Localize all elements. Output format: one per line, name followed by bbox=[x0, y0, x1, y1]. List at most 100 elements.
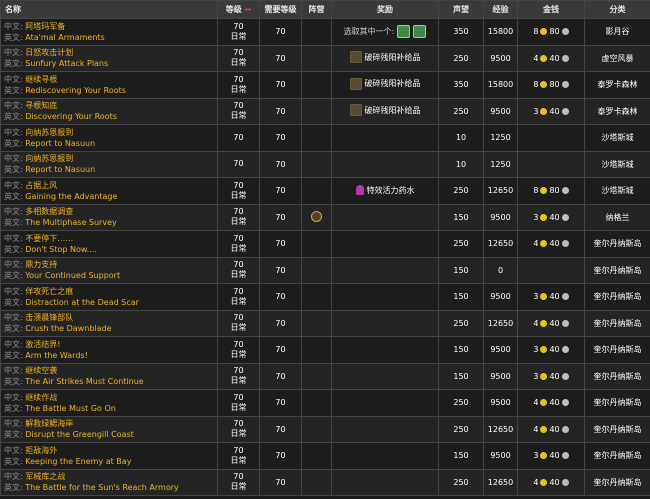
category-cell[interactable]: 奎尔丹纳斯岛 bbox=[584, 442, 650, 470]
col-level[interactable]: 等级 ↔ bbox=[217, 0, 260, 19]
quest-name-en[interactable]: The Multiphase Survey bbox=[25, 218, 117, 227]
category-cell[interactable]: 泰罗卡森林 bbox=[584, 71, 650, 99]
quest-level: 70 bbox=[233, 207, 244, 217]
quest-name-zh[interactable]: 解救绿鳃海岸 bbox=[25, 419, 73, 428]
table-row[interactable]: 中文: 继续作战 英文: The Battle Must Go On 70 日常 70 2… bbox=[0, 389, 650, 417]
quest-name-en[interactable]: Keeping the Enemy at Bay bbox=[25, 457, 131, 466]
quest-name-zh[interactable]: 鼎力支持 bbox=[25, 260, 57, 269]
silver-coin-icon bbox=[561, 293, 569, 301]
category-cell[interactable]: 奎尔丹纳斯岛 bbox=[584, 468, 650, 496]
quest-name-en[interactable]: Your Continued Support bbox=[25, 271, 120, 280]
col-name[interactable]: 名称 bbox=[0, 0, 218, 19]
quest-name-zh[interactable]: 日怒攻击计划 bbox=[25, 48, 73, 57]
quest-type: 日常 bbox=[230, 243, 247, 253]
col-xp[interactable]: 经验 bbox=[483, 0, 518, 19]
table-row[interactable]: 中文: 多相数据调查 英文: The Multiphase Survey 70 日常 7… bbox=[0, 203, 650, 231]
quest-name-en[interactable]: Disrupt the Greengill Coast bbox=[25, 430, 134, 439]
category-cell[interactable]: 虚空风暴 bbox=[584, 44, 650, 72]
quest-name-en[interactable]: The Air Strikes Must Continue bbox=[25, 377, 143, 386]
req-level-cell: 70 bbox=[259, 442, 302, 470]
quest-name-zh[interactable]: 佯攻死亡之痕 bbox=[25, 287, 73, 296]
table-row[interactable]: 中文: 寻根知底 英文: Discovering Your Roots 70 日常 70… bbox=[0, 97, 650, 125]
quest-name-zh[interactable]: 继续寻根 bbox=[25, 75, 57, 84]
category-cell[interactable]: 奎尔丹纳斯岛 bbox=[584, 230, 650, 258]
quest-name-zh[interactable]: 向纳苏恩报到 bbox=[25, 154, 73, 163]
table-row[interactable]: 中文: 向纳苏恩报到 英文: Report to Nasuun 70 70 10 1250… bbox=[0, 150, 650, 178]
table-row[interactable]: 中文: 阿塔玛军备 英文: Ata'mal Armaments 70 日常 70 选取其中… bbox=[0, 18, 650, 46]
col-money[interactable]: 金钱 bbox=[517, 0, 585, 19]
category-cell[interactable]: 奎尔丹纳斯岛 bbox=[584, 309, 650, 337]
table-row[interactable]: 中文: 佯攻死亡之痕 英文: Distraction at the Dead Sc… bbox=[0, 283, 650, 311]
label-en: 英文: bbox=[4, 59, 23, 69]
quest-name-en[interactable]: Distraction at the Dead Scar bbox=[25, 298, 139, 307]
quest-name-zh[interactable]: 向纳苏恩报到 bbox=[25, 128, 73, 137]
category-cell[interactable]: 奎尔丹纳斯岛 bbox=[584, 283, 650, 311]
camp-cell bbox=[301, 468, 332, 496]
quest-name-en[interactable]: Report to Nasuun bbox=[25, 139, 95, 148]
category-cell[interactable]: 沙塔斯城 bbox=[584, 124, 650, 152]
quest-name-en[interactable]: Report to Nasuun bbox=[25, 165, 95, 174]
reward-item[interactable]: 破碎残阳补给品 bbox=[349, 104, 421, 117]
table-row[interactable]: 中文: 不要停下…… 英文: Don't Stop Now.... 70 日常 70 25… bbox=[0, 230, 650, 258]
table-row[interactable]: 中文: 继续寻根 英文: Rediscovering Your Roots 70 日常… bbox=[0, 71, 650, 99]
quest-name-en[interactable]: Arm the Wards! bbox=[25, 351, 88, 360]
category-cell[interactable]: 奎尔丹纳斯岛 bbox=[584, 389, 650, 417]
category-cell[interactable]: 沙塔斯城 bbox=[584, 150, 650, 178]
quest-name-zh[interactable]: 拒敌海外 bbox=[25, 446, 57, 455]
quest-name-zh[interactable]: 军械库之战 bbox=[25, 472, 65, 481]
reward-item[interactable]: 特效活力药水 bbox=[355, 185, 415, 196]
table-row[interactable]: 中文: 激活结界! 英文: Arm the Wards! 70 日常 70 150 9500… bbox=[0, 336, 650, 364]
col-rep[interactable]: 声望 bbox=[438, 0, 484, 19]
quest-name-en[interactable]: Sunfury Attack Plans bbox=[25, 59, 108, 68]
quest-name-zh[interactable]: 不要停下…… bbox=[25, 234, 73, 243]
quest-name-zh[interactable]: 占据上风 bbox=[25, 181, 57, 190]
table-row[interactable]: 中文: 日怒攻击计划 英文: Sunfury Attack Plans 70 日常 70… bbox=[0, 44, 650, 72]
table-row[interactable]: 中文: 击溃晨锋部队 英文: Crush the Dawnblade 70 日常 70 2… bbox=[0, 309, 650, 337]
col-req-level[interactable]: 需要等级 bbox=[259, 0, 302, 19]
table-row[interactable]: 中文: 向纳苏恩报到 英文: Report to Nasuun 70 70 10 1250… bbox=[0, 124, 650, 152]
col-category[interactable]: 分类 bbox=[584, 0, 650, 19]
quest-name-zh[interactable]: 继续作战 bbox=[25, 393, 57, 402]
money-cell: 4 40 bbox=[517, 309, 585, 337]
quest-name-zh[interactable]: 击溃晨锋部队 bbox=[25, 313, 73, 322]
category-cell[interactable]: 泰罗卡森林 bbox=[584, 97, 650, 125]
reward-item[interactable]: 破碎残阳补给品 bbox=[349, 77, 421, 90]
quest-name-zh[interactable]: 多相数据调查 bbox=[25, 207, 73, 216]
gold-coin-icon bbox=[540, 346, 548, 354]
table-row[interactable]: 中文: 鼎力支持 英文: Your Continued Support 70 日常 70… bbox=[0, 256, 650, 284]
table-row[interactable]: 中文: 军械库之战 英文: The Battle for the Sun's Re… bbox=[0, 468, 650, 496]
reward-item-icon[interactable] bbox=[413, 25, 427, 39]
reward-choice[interactable]: 选取其中一个: bbox=[344, 25, 427, 39]
quest-name-en[interactable]: Crush the Dawnblade bbox=[25, 324, 111, 333]
reward-item-icon[interactable] bbox=[397, 25, 411, 39]
category-cell[interactable]: 沙塔斯城 bbox=[584, 177, 650, 205]
category-cell[interactable]: 奎尔丹纳斯岛 bbox=[584, 336, 650, 364]
gold-coin-icon bbox=[540, 452, 548, 460]
quest-name-zh[interactable]: 寻根知底 bbox=[25, 101, 57, 110]
table-row[interactable]: 中文: 拒敌海外 英文: Keeping the Enemy at Bay 70 日常… bbox=[0, 442, 650, 470]
quest-name-en[interactable]: Gaining the Advantage bbox=[25, 192, 117, 201]
quest-name-zh[interactable]: 阿塔玛军备 bbox=[25, 22, 65, 31]
quest-name-zh[interactable]: 继续空袭 bbox=[25, 366, 57, 375]
col-reward[interactable]: 奖励 bbox=[331, 0, 439, 19]
category-cell[interactable]: 奎尔丹纳斯岛 bbox=[584, 256, 650, 284]
table-row[interactable]: 中文: 解救绿鳃海岸 英文: Disrupt the Greengill Coas… bbox=[0, 415, 650, 443]
reward-item[interactable]: 破碎残阳补给品 bbox=[349, 51, 421, 64]
category-cell[interactable]: 奎尔丹纳斯岛 bbox=[584, 415, 650, 443]
quest-name-en[interactable]: Rediscovering Your Roots bbox=[25, 86, 126, 95]
quest-name-en[interactable]: The Battle for the Sun's Reach Armory bbox=[25, 483, 178, 492]
money-cell: 4 40 bbox=[517, 468, 585, 496]
table-row[interactable]: 中文: 继续空袭 英文: The Air Strikes Must Continu… bbox=[0, 362, 650, 390]
category-cell[interactable]: 纳格兰 bbox=[584, 203, 650, 231]
quest-name-en[interactable]: The Battle Must Go On bbox=[25, 404, 116, 413]
quest-name-en[interactable]: Discovering Your Roots bbox=[25, 112, 117, 121]
reward-cell: 破碎残阳补给品 bbox=[331, 71, 439, 99]
category-cell[interactable]: 影月谷 bbox=[584, 18, 650, 46]
quest-name-en[interactable]: Don't Stop Now.... bbox=[25, 245, 97, 254]
category-cell[interactable]: 奎尔丹纳斯岛 bbox=[584, 362, 650, 390]
table-row[interactable]: 中文: 占据上风 英文: Gaining the Advantage 70 日常 70 特… bbox=[0, 177, 650, 205]
quest-name-en[interactable]: Ata'mal Armaments bbox=[25, 33, 104, 42]
col-camp[interactable]: 阵营 bbox=[301, 0, 332, 19]
rep-cell: 150 bbox=[438, 283, 484, 311]
quest-name-zh[interactable]: 激活结界! bbox=[25, 340, 60, 349]
